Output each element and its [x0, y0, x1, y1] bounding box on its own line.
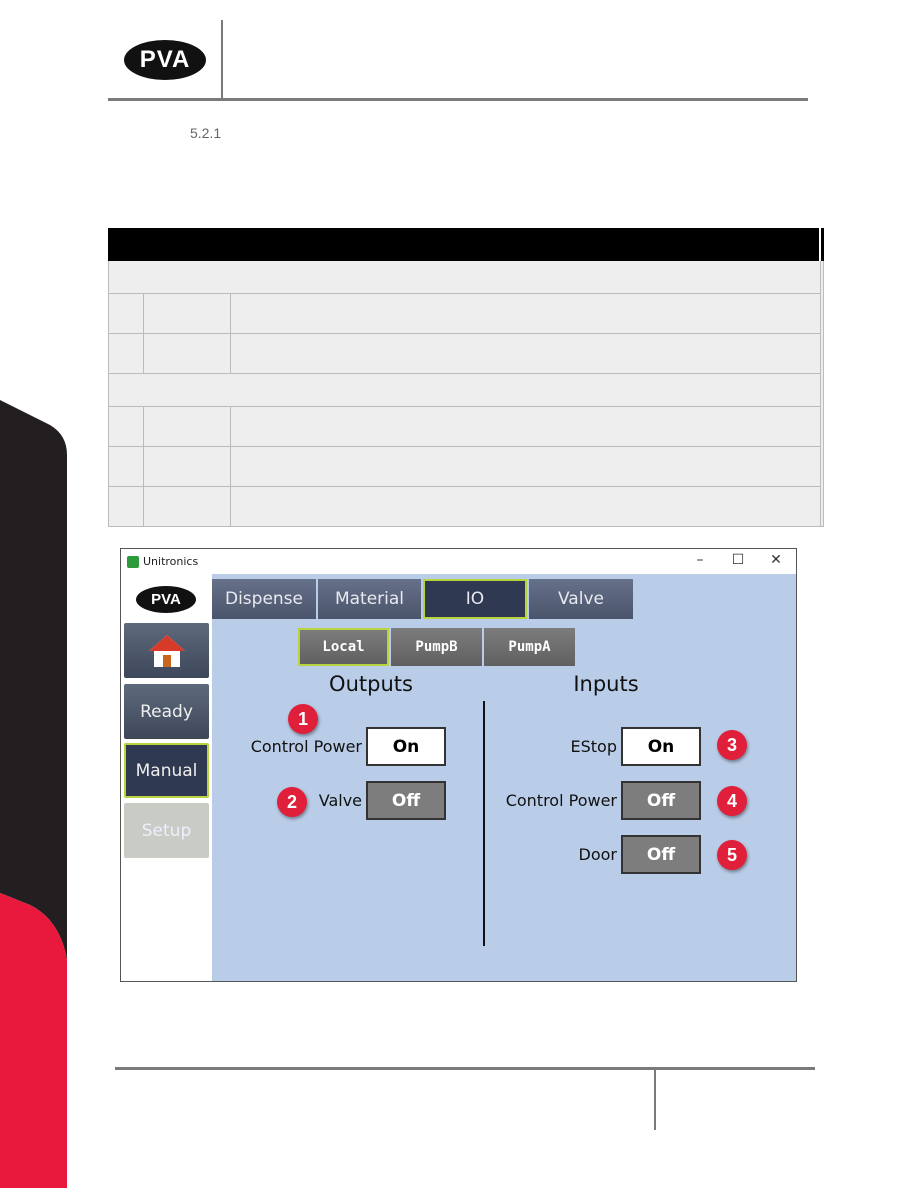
io-panel: Dispense Material IO Valve Local PumpB P… [212, 574, 796, 981]
header-divider-vertical [221, 20, 223, 98]
tab-dispense[interactable]: Dispense [212, 579, 316, 619]
home-button[interactable] [124, 623, 209, 678]
table-row [108, 333, 824, 374]
footer-rule [115, 1067, 815, 1070]
outputs-heading: Outputs [329, 672, 413, 696]
tab-material[interactable]: Material [318, 579, 421, 619]
table-section-row [108, 373, 821, 407]
callout-badge-4: 4 [717, 786, 747, 816]
table-section-row [108, 260, 821, 294]
sidebar-manual-button[interactable]: Manual [124, 743, 209, 798]
app-logo: PVA [136, 586, 196, 613]
description-table [108, 228, 825, 527]
table-row [108, 406, 824, 447]
subtab-local[interactable]: Local [298, 628, 389, 666]
input-estop-indicator: On [621, 727, 701, 766]
callout-badge-2: 2 [277, 787, 307, 817]
input-control-power-indicator: Off [621, 781, 701, 820]
header-rule [108, 98, 808, 101]
section-number: 5.2.1 [190, 125, 222, 141]
close-button[interactable]: ✕ [761, 552, 791, 572]
sidebar: PVA Ready Manual Setup [121, 574, 212, 981]
table-right-cell [819, 260, 825, 527]
unitronics-app-icon [127, 556, 139, 568]
pva-logo: PVA [124, 40, 206, 80]
table-row [108, 446, 824, 487]
input-door-label: Door [578, 845, 617, 864]
table-header-right [818, 228, 825, 261]
output-control-power-label: Control Power [250, 737, 362, 756]
footer-divider-vertical [654, 1068, 656, 1130]
tab-io[interactable]: IO [423, 579, 527, 619]
maximize-button[interactable]: ☐ [723, 552, 753, 572]
sidebar-ready-button[interactable]: Ready [124, 684, 209, 739]
inputs-heading: Inputs [573, 672, 639, 696]
callout-badge-5: 5 [717, 840, 747, 870]
table-row [108, 293, 824, 334]
table-header-left [108, 228, 821, 261]
callout-badge-1: 1 [288, 704, 318, 734]
window-title: Unitronics [143, 555, 199, 568]
table-row [108, 486, 824, 527]
tab-valve[interactable]: Valve [529, 579, 633, 619]
home-icon [148, 634, 185, 667]
callout-badge-3: 3 [717, 730, 747, 760]
input-door-indicator: Off [621, 835, 701, 874]
input-estop-label: EStop [570, 737, 617, 756]
sidebar-setup-button[interactable]: Setup [124, 803, 209, 858]
subtab-pumpa[interactable]: PumpA [484, 628, 575, 666]
app-screenshot: Unitronics – ☐ ✕ PVA Ready Manual Setup … [120, 548, 797, 982]
output-control-power-toggle[interactable]: On [366, 727, 446, 766]
output-valve-toggle[interactable]: Off [366, 781, 446, 820]
side-band-decoration [0, 400, 67, 1188]
input-control-power-label: Control Power [505, 791, 617, 810]
minimize-button[interactable]: – [685, 552, 715, 572]
title-bar: Unitronics – ☐ ✕ [121, 549, 796, 574]
subtab-pumpb[interactable]: PumpB [391, 628, 482, 666]
